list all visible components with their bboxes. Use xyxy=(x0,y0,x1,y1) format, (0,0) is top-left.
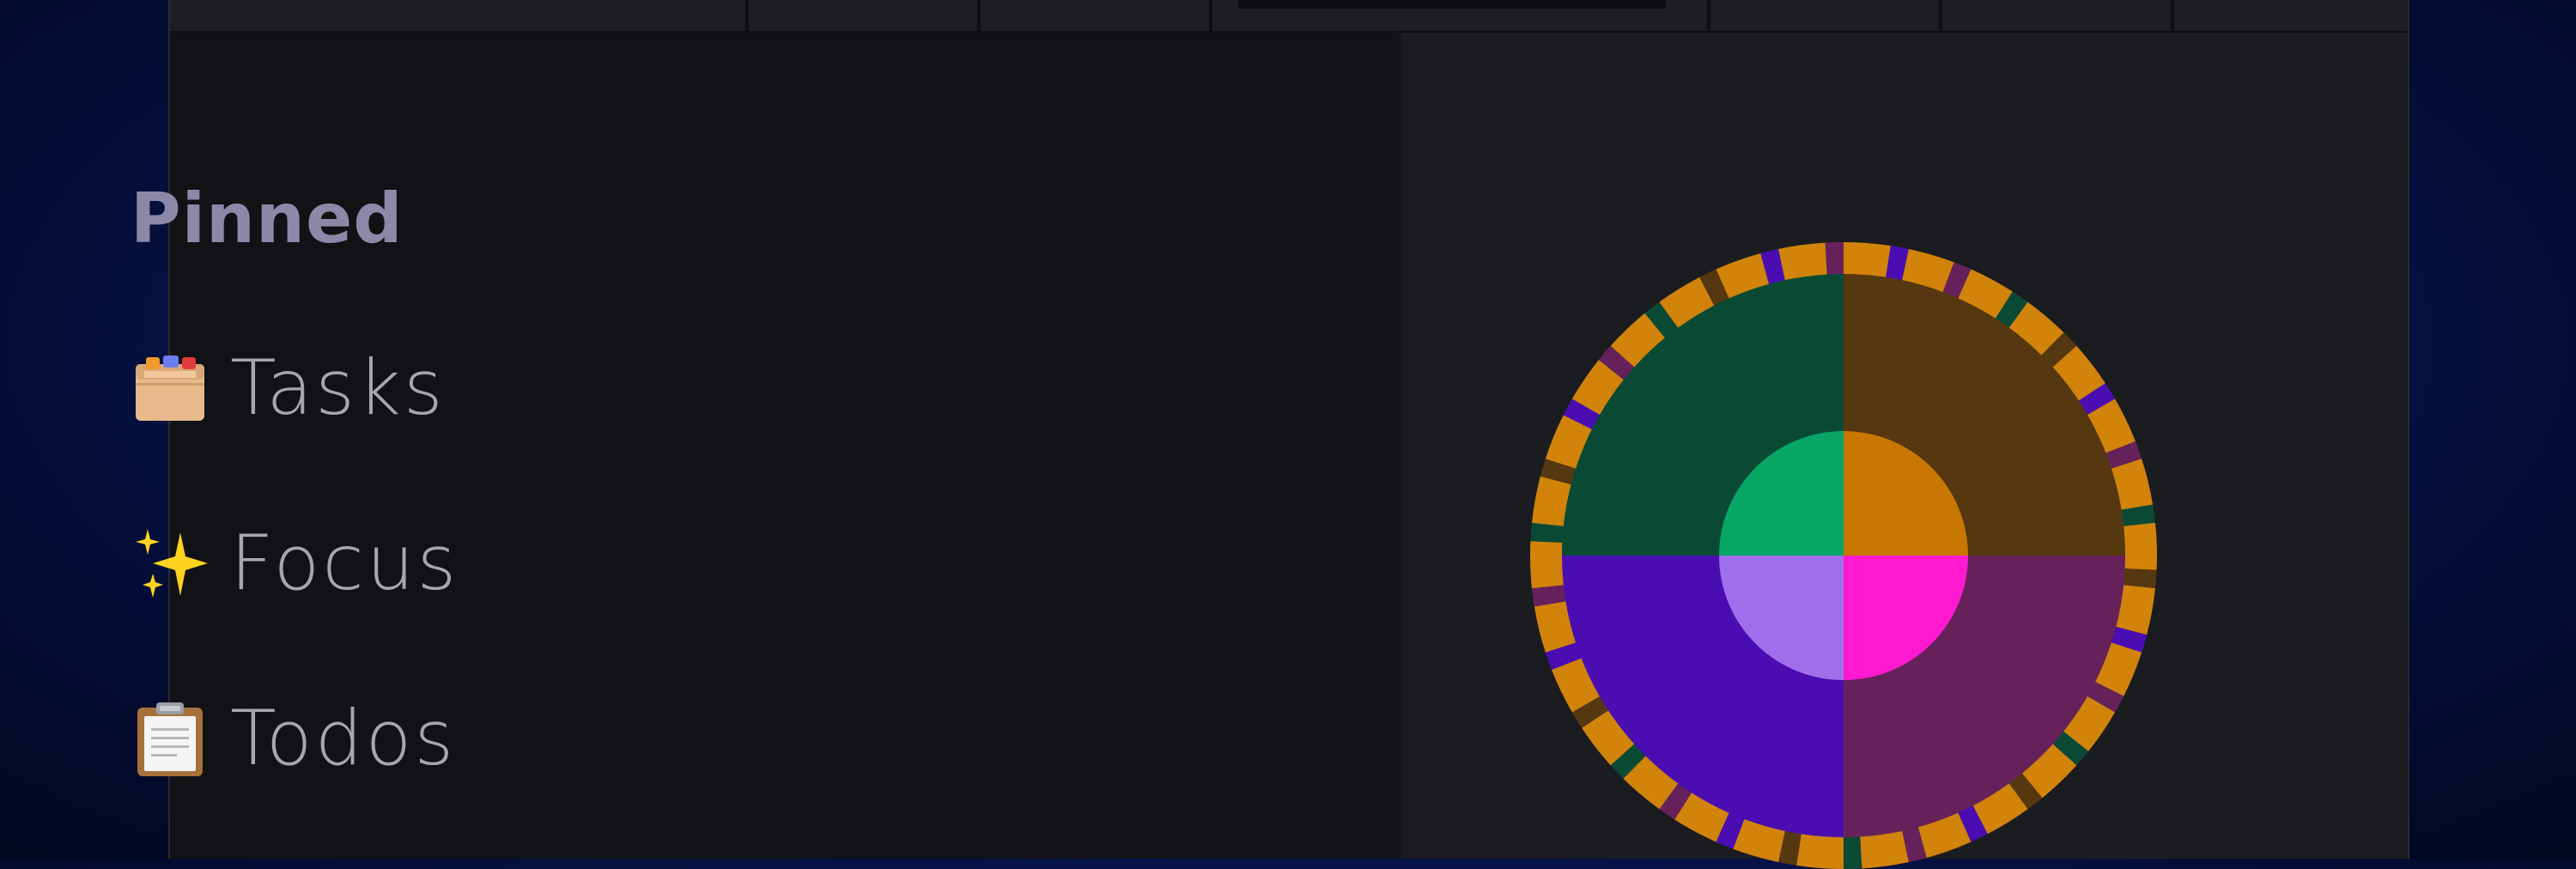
ring-gap xyxy=(2123,568,2157,589)
ring-dash xyxy=(1796,834,1844,869)
tab-1[interactable] xyxy=(170,0,749,31)
wheel-center xyxy=(1719,431,1968,680)
pinned-item-todos[interactable]: Todos xyxy=(131,696,456,781)
pinned-item-tasks[interactable]: Tasks xyxy=(131,345,446,431)
tab-active-indicator xyxy=(1238,0,1666,9)
pinned-item-focus[interactable]: Focus xyxy=(131,520,459,606)
ring-dash xyxy=(1860,830,1909,869)
tab-5[interactable] xyxy=(1710,0,1942,31)
tab-3[interactable] xyxy=(981,0,1212,31)
sparkles-icon xyxy=(136,529,208,598)
tab-6[interactable] xyxy=(1942,0,2174,31)
tab-strip xyxy=(170,0,2408,33)
ring-dash xyxy=(1530,541,1564,589)
pinned-heading: Pinned xyxy=(131,179,404,258)
ring-gap xyxy=(1825,242,1844,275)
ring-dash xyxy=(1844,242,1891,277)
clipboard-icon xyxy=(137,702,203,776)
pinned-item-label: Todos xyxy=(230,694,457,782)
tab-7[interactable] xyxy=(2174,0,2408,31)
ring-dash xyxy=(1778,242,1827,281)
color-wheel-icon xyxy=(1530,242,2157,869)
ring-gap xyxy=(1530,522,1564,543)
pinned-item-label: Tasks xyxy=(230,343,446,432)
tab-2[interactable] xyxy=(749,0,981,31)
card-file-box-icon xyxy=(136,356,204,421)
pinned-item-label: Focus xyxy=(230,519,459,607)
ring-gap xyxy=(1844,836,1862,869)
ring-dash xyxy=(2123,522,2157,570)
